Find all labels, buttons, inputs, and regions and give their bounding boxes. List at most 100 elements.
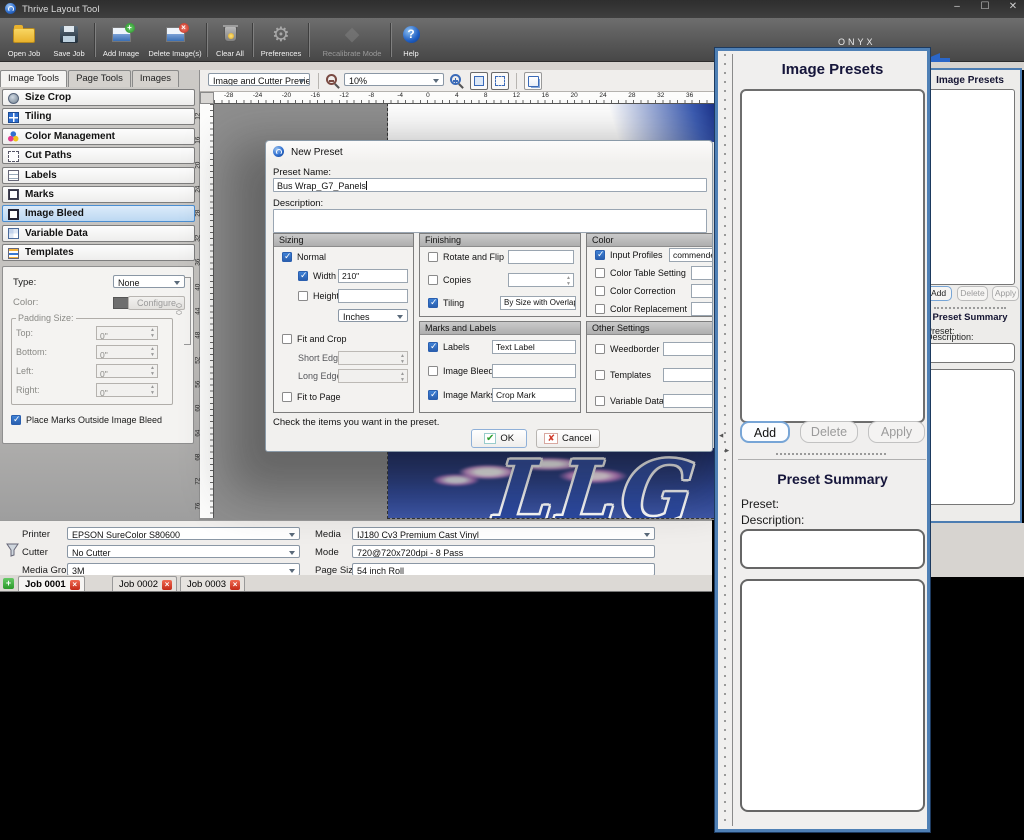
- outline-preview-toggle[interactable]: [491, 72, 509, 90]
- variable-data-checkbox[interactable]: [595, 396, 605, 406]
- fit-to-page-checkbox[interactable]: [282, 392, 292, 402]
- tool-image-bleed[interactable]: Image Bleed: [2, 205, 195, 222]
- help-button[interactable]: ? Help: [394, 20, 428, 60]
- save-job-button[interactable]: Save Job: [48, 20, 90, 60]
- cutter-select[interactable]: No Cutter: [67, 545, 300, 558]
- tool-size-crop[interactable]: Size Crop: [2, 89, 195, 106]
- preferences-button[interactable]: ⚙ Preferences: [256, 20, 306, 60]
- collapse-left-icon[interactable]: ◀: [719, 433, 723, 439]
- width-input[interactable]: 210": [338, 269, 408, 283]
- weedborder-checkbox[interactable]: [595, 344, 605, 354]
- fit-and-crop-checkbox[interactable]: [282, 334, 292, 344]
- color-replacement-row[interactable]: Color Replacement: [595, 304, 687, 314]
- dock-description-box: [925, 343, 1015, 363]
- input-profiles-checkbox[interactable]: [595, 250, 605, 260]
- type-select[interactable]: None: [113, 275, 185, 288]
- job-tab-1[interactable]: Job 0001×: [18, 576, 85, 591]
- cancel-button[interactable]: ✘Cancel: [536, 429, 600, 448]
- color-correction-checkbox[interactable]: [595, 286, 605, 296]
- tab-image-tools[interactable]: Image Tools: [0, 70, 67, 87]
- close-job-icon[interactable]: ×: [230, 580, 240, 590]
- height-input[interactable]: [338, 289, 408, 303]
- collapse-right-icon[interactable]: ▶: [725, 448, 729, 454]
- close-job-icon[interactable]: ×: [70, 580, 80, 590]
- preview-mode-select[interactable]: Image and Cutter Preview: [208, 73, 310, 86]
- weedborder-row[interactable]: Weedborder: [595, 344, 659, 354]
- labels-checkbox[interactable]: [428, 342, 438, 352]
- job-tab-3[interactable]: Job 0003×: [180, 576, 245, 591]
- tool-variable-data[interactable]: Variable Data: [2, 225, 195, 242]
- preset-list[interactable]: [740, 89, 925, 423]
- image-bleed-row[interactable]: Image Bleed: [428, 366, 494, 376]
- tool-marks[interactable]: Marks: [2, 186, 195, 203]
- image-marks-checkbox[interactable]: [428, 390, 438, 400]
- copies-row[interactable]: Copies: [428, 275, 471, 285]
- zoom-in-icon[interactable]: [450, 74, 461, 85]
- tile-preview-button[interactable]: [524, 72, 542, 90]
- ok-button[interactable]: ✔OK: [471, 429, 527, 448]
- rotate-flip-checkbox[interactable]: [428, 252, 438, 262]
- media-select[interactable]: IJ180 Cv3 Premium Cast Vinyl: [352, 527, 655, 540]
- add-job-button[interactable]: +: [3, 578, 14, 589]
- templates-row[interactable]: Templates: [595, 370, 651, 380]
- minimize-button[interactable]: –: [950, 1, 964, 12]
- ruler-number: 32: [194, 231, 218, 244]
- normal-row[interactable]: Normal: [282, 252, 326, 262]
- dock-preset-list[interactable]: [925, 89, 1015, 285]
- tool-labels[interactable]: Labels: [2, 167, 195, 184]
- description-input[interactable]: [273, 209, 707, 233]
- mode-select[interactable]: 720@720x720dpi - 8 Pass: [352, 545, 655, 558]
- tab-images[interactable]: Images: [132, 70, 179, 87]
- height-checkbox[interactable]: [298, 291, 308, 301]
- variable-data-row[interactable]: Variable Data: [595, 396, 664, 406]
- tiling-checkbox[interactable]: [428, 298, 438, 308]
- color-replacement-checkbox[interactable]: [595, 304, 605, 314]
- place-marks-row[interactable]: Place Marks Outside Image Bleed: [11, 415, 185, 425]
- close-button[interactable]: ✕: [1006, 1, 1020, 12]
- templates-checkbox[interactable]: [595, 370, 605, 380]
- color-table-row[interactable]: Color Table Setting: [595, 268, 686, 278]
- tab-page-tools[interactable]: Page Tools: [68, 70, 131, 87]
- image-marks-row[interactable]: Image Marks: [428, 390, 495, 400]
- width-row[interactable]: Width: [298, 271, 336, 281]
- zoom-out-icon[interactable]: [326, 74, 337, 85]
- clear-all-button[interactable]: Clear All: [210, 20, 250, 60]
- tool-cut-paths[interactable]: Cut Paths: [2, 147, 195, 164]
- color-header: Color: [587, 234, 713, 247]
- tool-color-management[interactable]: Color Management: [2, 128, 195, 145]
- maximize-button[interactable]: ☐: [978, 1, 992, 12]
- rotate-flip-row[interactable]: Rotate and Flip: [428, 252, 504, 262]
- fit-and-crop-row[interactable]: Fit and Crop: [282, 334, 347, 344]
- chevron-down-icon: [289, 569, 295, 573]
- add-preset-button[interactable]: Add: [740, 421, 790, 443]
- input-profiles-row[interactable]: Input Profiles: [595, 250, 663, 260]
- tiling-row[interactable]: Tiling: [428, 298, 464, 308]
- job-tab-2[interactable]: Job 0002×: [112, 576, 177, 591]
- place-marks-checkbox[interactable]: [11, 415, 21, 425]
- ruler-number: 4: [455, 92, 484, 103]
- preset-name-input[interactable]: Bus Wrap_G7_Panels: [273, 178, 707, 192]
- image-preview-toggle[interactable]: [470, 72, 488, 90]
- variable-data-field: [663, 394, 713, 408]
- fit-to-page-row[interactable]: Fit to Page: [282, 392, 341, 402]
- labels-row[interactable]: Labels: [428, 342, 470, 352]
- tool-templates[interactable]: Templates: [2, 244, 195, 261]
- close-job-icon[interactable]: ×: [162, 580, 172, 590]
- zoom-level-select[interactable]: 10%: [344, 73, 444, 86]
- open-job-button[interactable]: Open Job: [2, 20, 46, 60]
- printer-select[interactable]: EPSON SureColor S80600: [67, 527, 300, 540]
- units-select[interactable]: Inches: [338, 309, 408, 322]
- filter-funnel-icon[interactable]: [6, 543, 19, 557]
- color-table-checkbox[interactable]: [595, 268, 605, 278]
- separator: [516, 73, 517, 89]
- normal-checkbox[interactable]: [282, 252, 292, 262]
- delete-images-button[interactable]: × Delete Image(s): [146, 20, 204, 60]
- color-correction-row[interactable]: Color Correction: [595, 286, 676, 296]
- tool-tiling[interactable]: Tiling: [2, 108, 195, 125]
- add-image-button[interactable]: + Add Image: [98, 20, 144, 60]
- width-checkbox[interactable]: [298, 271, 308, 281]
- image-bleed-checkbox[interactable]: [428, 366, 438, 376]
- height-row[interactable]: Height: [298, 291, 339, 301]
- copies-checkbox[interactable]: [428, 275, 438, 285]
- labels-field: Text Label: [492, 340, 576, 354]
